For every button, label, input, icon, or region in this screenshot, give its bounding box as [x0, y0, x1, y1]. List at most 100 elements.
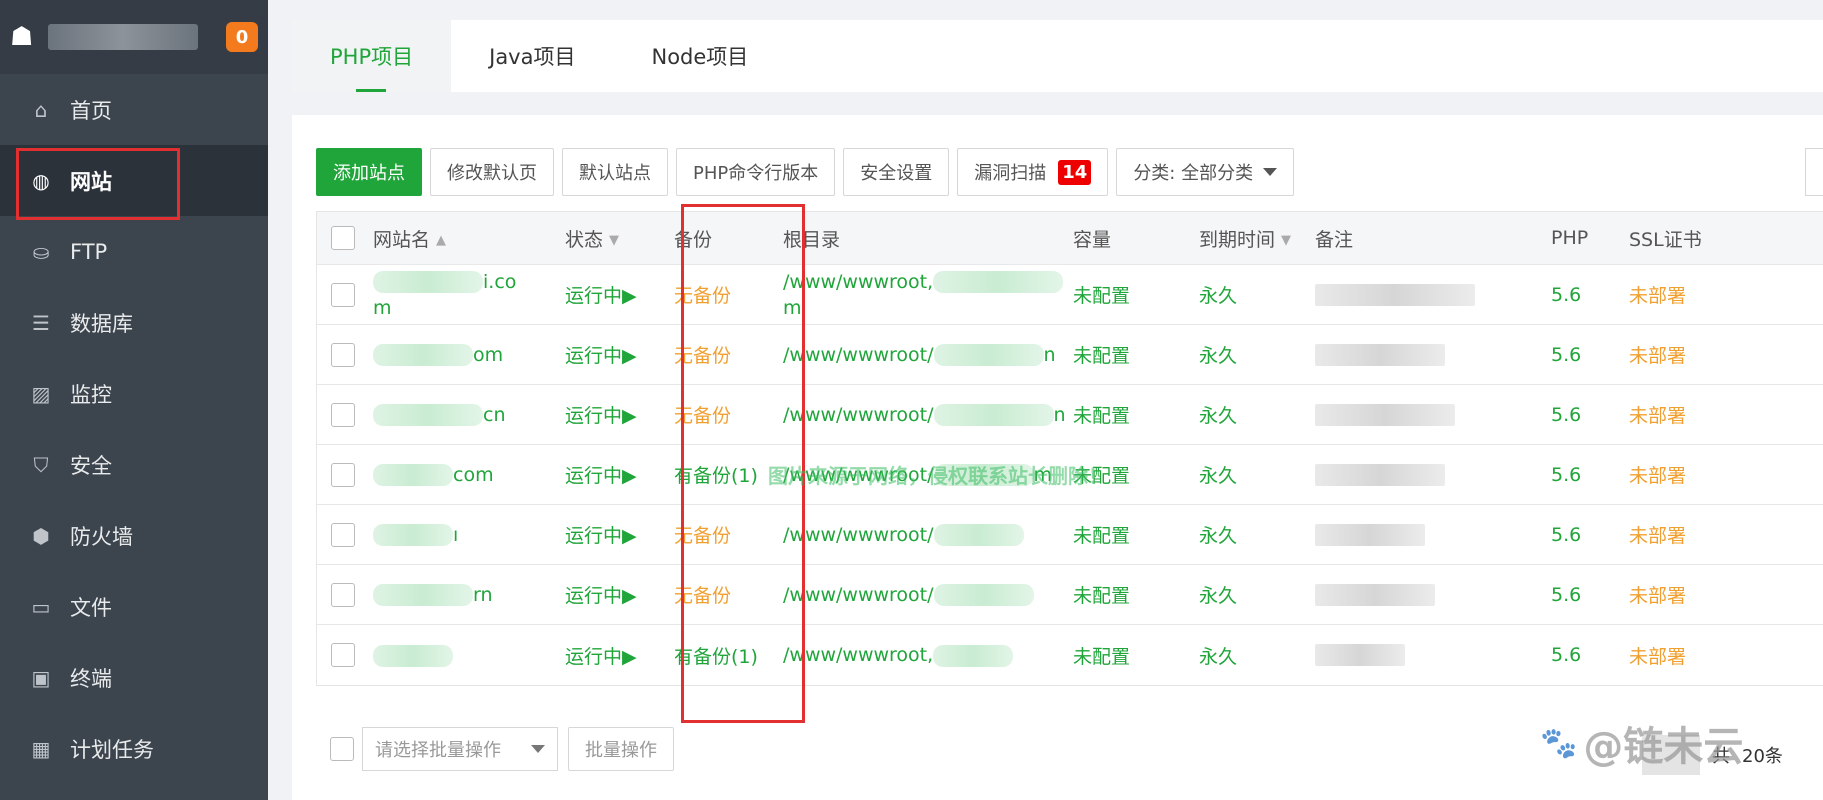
per-page-select[interactable]: 20条: [1742, 742, 1783, 768]
footer-select-all-checkbox[interactable]: [330, 737, 354, 761]
root-dir-link[interactable]: /www/wwwroot/: [783, 522, 1073, 548]
ssl-status-link[interactable]: 未部署: [1629, 461, 1729, 488]
ssl-status-link[interactable]: 未部署: [1629, 521, 1729, 548]
capacity-link[interactable]: 未配置: [1073, 281, 1199, 308]
batch-operation-select[interactable]: 请选择批量操作: [362, 727, 558, 771]
root-dir-link[interactable]: /www/wwwroot/n: [783, 402, 1073, 428]
add-site-button[interactable]: 添加站点: [316, 148, 422, 196]
php-version-link[interactable]: 5.6: [1551, 644, 1629, 666]
site-name-link[interactable]: cn: [373, 402, 565, 428]
tab-0[interactable]: PHP项目: [292, 20, 452, 92]
table-row[interactable]: 运行中▶ 有备份(1) /www/wwwroot, 未配置 永久 5.6 未部署: [317, 625, 1823, 685]
sidebar-item-5[interactable]: ⛉ 安全: [0, 429, 268, 500]
php-version-link[interactable]: 5.6: [1551, 524, 1629, 546]
row-checkbox[interactable]: [331, 522, 355, 547]
capacity-link[interactable]: 未配置: [1073, 341, 1199, 368]
expire-link[interactable]: 永久: [1199, 341, 1315, 368]
site-name-link[interactable]: com: [373, 462, 565, 488]
capacity-link[interactable]: 未配置: [1073, 521, 1199, 548]
col-ssl: SSL证书: [1629, 228, 1702, 251]
edit-default-page-button[interactable]: 修改默认页: [430, 148, 554, 196]
note-field[interactable]: [1315, 343, 1551, 366]
col-expire[interactable]: 到期时间 ▼: [1199, 225, 1315, 252]
php-version-link[interactable]: 5.6: [1551, 584, 1629, 606]
expire-link[interactable]: 永久: [1199, 401, 1315, 428]
sidebar-item-4[interactable]: ▨ 监控: [0, 358, 268, 429]
redacted-root: [933, 404, 1054, 426]
site-name-link[interactable]: om: [373, 342, 565, 368]
status-toggle[interactable]: 运行中▶: [565, 341, 674, 368]
ssl-status-link[interactable]: 未部署: [1629, 642, 1729, 669]
table-row[interactable]: om 运行中▶ 无备份 /www/wwwroot/n 未配置 永久 5.6 未部…: [317, 325, 1823, 385]
col-name[interactable]: 网站名 ▲: [373, 225, 565, 252]
select-all-checkbox[interactable]: [331, 226, 355, 250]
sidebar-item-6[interactable]: ⬢ 防火墙: [0, 500, 268, 571]
table-row[interactable]: ı 运行中▶ 无备份 /www/wwwroot/ 未配置 永久 5.6 未部署: [317, 505, 1823, 565]
table-row[interactable]: i.co m 运行中▶ 无备份 /www/wwwroot, m 未配置 永久 5.6…: [317, 265, 1823, 325]
php-version-link[interactable]: 5.6: [1551, 464, 1629, 486]
row-checkbox[interactable]: [331, 402, 355, 427]
category-select[interactable]: 分类: 全部分类: [1116, 148, 1295, 196]
tab-1[interactable]: Java项目: [451, 20, 613, 92]
note-field[interactable]: [1315, 403, 1551, 426]
root-dir-link[interactable]: /www/wwwroot/: [783, 582, 1073, 608]
note-field[interactable]: [1315, 523, 1551, 546]
expire-link[interactable]: 永久: [1199, 281, 1315, 308]
root-dir-link[interactable]: /www/wwwroot,: [783, 642, 1073, 668]
site-name-link[interactable]: ı: [373, 522, 565, 548]
batch-operation-button[interactable]: 批量操作: [568, 727, 674, 771]
note-field[interactable]: [1315, 463, 1551, 486]
sidebar-item-9[interactable]: ▦ 计划任务: [0, 713, 268, 784]
tab-2[interactable]: Node项目: [613, 20, 786, 92]
status-toggle[interactable]: 运行中▶: [565, 642, 674, 669]
capacity-link[interactable]: 未配置: [1073, 581, 1199, 608]
note-field[interactable]: [1315, 644, 1551, 667]
expire-link[interactable]: 永久: [1199, 642, 1315, 669]
notification-badge[interactable]: 0: [226, 22, 258, 52]
security-settings-button[interactable]: 安全设置: [843, 148, 950, 196]
status-toggle[interactable]: 运行中▶: [565, 461, 674, 488]
capacity-link[interactable]: 未配置: [1073, 401, 1199, 428]
expire-link[interactable]: 永久: [1199, 581, 1315, 608]
default-site-button[interactable]: 默认站点: [562, 148, 668, 196]
php-version-link[interactable]: 5.6: [1551, 344, 1629, 366]
col-status[interactable]: 状态 ▼: [565, 225, 674, 252]
sidebar-item-3[interactable]: ☰ 数据库: [0, 287, 268, 358]
sidebar-item-0[interactable]: ⌂ 首页: [0, 74, 268, 145]
php-version-link[interactable]: 5.6: [1551, 404, 1629, 426]
row-checkbox[interactable]: [331, 462, 355, 487]
php-cli-version-button[interactable]: PHP命令行版本: [676, 148, 836, 196]
sidebar-item-7[interactable]: ▭ 文件: [0, 571, 268, 642]
sidebar-item-2[interactable]: ⛀ FTP: [0, 216, 268, 287]
row-checkbox[interactable]: [331, 282, 355, 307]
ssl-status-link[interactable]: 未部署: [1629, 281, 1729, 308]
vuln-scan-button[interactable]: 漏洞扫描 14: [957, 148, 1109, 196]
site-name-link[interactable]: i.co m: [373, 269, 565, 321]
capacity-link[interactable]: 未配置: [1073, 642, 1199, 669]
expire-link[interactable]: 永久: [1199, 521, 1315, 548]
status-toggle[interactable]: 运行中▶: [565, 581, 674, 608]
sidebar-item-8[interactable]: ▣ 终端: [0, 642, 268, 713]
terminal-icon: ▣: [31, 665, 51, 690]
ssl-status-link[interactable]: 未部署: [1629, 581, 1729, 608]
table-row[interactable]: cn 运行中▶ 无备份 /www/wwwroot/n 未配置 永久 5.6 未部…: [317, 385, 1823, 445]
root-dir-link[interactable]: /www/wwwroot/n: [783, 342, 1073, 368]
redacted-note: [1315, 283, 1475, 306]
status-toggle[interactable]: 运行中▶: [565, 521, 674, 548]
expire-link[interactable]: 永久: [1199, 461, 1315, 488]
note-field[interactable]: [1315, 583, 1551, 606]
ssl-status-link[interactable]: 未部署: [1629, 341, 1729, 368]
php-version-link[interactable]: 5.6: [1551, 284, 1629, 306]
site-name-link[interactable]: [373, 642, 565, 668]
status-toggle[interactable]: 运行中▶: [565, 401, 674, 428]
search-box-edge[interactable]: [1805, 148, 1823, 196]
site-name-link[interactable]: rn: [373, 582, 565, 608]
row-checkbox[interactable]: [331, 582, 355, 607]
row-checkbox[interactable]: [331, 342, 355, 367]
status-toggle[interactable]: 运行中▶: [565, 281, 674, 308]
note-field[interactable]: [1315, 283, 1551, 306]
ssl-status-link[interactable]: 未部署: [1629, 401, 1729, 428]
table-row[interactable]: rn 运行中▶ 无备份 /www/wwwroot/ 未配置 永久 5.6 未部署: [317, 565, 1823, 625]
row-checkbox[interactable]: [331, 643, 355, 667]
root-dir-link[interactable]: /www/wwwroot, m: [783, 269, 1073, 321]
